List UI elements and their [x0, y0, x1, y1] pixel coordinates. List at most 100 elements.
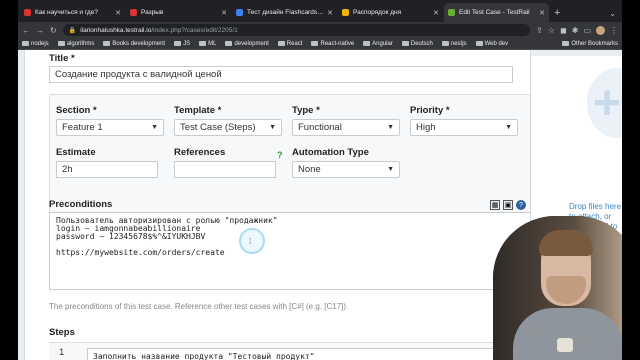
bookmark-folder[interactable]: algorithms — [57, 40, 95, 47]
section-select[interactable]: Feature 1 ▼ — [56, 119, 164, 136]
preconditions-editor[interactable]: Пользователь авторизирован с ролью "прод… — [49, 212, 531, 290]
menu-icon[interactable]: ⋮ — [610, 26, 618, 35]
bookmark-folder[interactable]: React — [277, 41, 302, 47]
step-content-input[interactable]: Заполнить название продукта "Тестовый пр… — [87, 348, 527, 360]
automation-type-value: None — [298, 164, 321, 175]
bookmark-folder[interactable]: Angular — [363, 41, 393, 47]
new-tab-icon[interactable]: + — [554, 7, 560, 19]
browser-tab[interactable]: Распорядок дня ✕ — [338, 3, 443, 22]
table-icon[interactable]: ▦ — [490, 200, 500, 210]
step-row: 1 Заполнить название продукта "Тестовый … — [49, 342, 531, 360]
bookmark-folder[interactable]: Books development — [103, 41, 165, 47]
bookmark-label: ML — [208, 40, 217, 47]
favicon-icon — [24, 9, 31, 16]
close-icon[interactable]: ✕ — [221, 9, 227, 17]
address-bar[interactable]: 🔒 ilarionhalushka.testrail.io /index.php… — [62, 24, 531, 36]
text-cursor-icon: ⁞ — [249, 237, 252, 246]
preconditions-label: Preconditions — [49, 199, 113, 210]
folder-icon — [22, 41, 29, 46]
extension-icon[interactable]: ◼ — [560, 26, 567, 35]
section-value: Feature 1 — [62, 122, 103, 133]
estimate-input[interactable]: 2h — [56, 161, 158, 178]
left-gutter — [18, 50, 25, 360]
bookmark-label: development — [234, 40, 269, 47]
chevron-down-icon: ▼ — [387, 124, 394, 131]
share-icon[interactable]: ⇪ — [536, 26, 543, 35]
automation-type-select[interactable]: None ▼ — [292, 161, 400, 178]
chevron-down-icon: ▼ — [269, 124, 276, 131]
sidebar-header — [531, 50, 622, 56]
browser-tab[interactable]: Как научиться и где? ✕ — [20, 3, 125, 22]
reload-icon[interactable]: ↻ — [50, 26, 57, 35]
bookmark-label: Web dev — [484, 40, 509, 47]
profile-avatar[interactable] — [596, 25, 605, 35]
add-attachment-icon[interactable]: + — [593, 80, 621, 128]
presenter-hair — [539, 230, 593, 256]
folder-icon — [562, 41, 570, 46]
references-label: References — [174, 147, 226, 158]
priority-label: Priority * — [410, 105, 450, 116]
cursor-highlight — [239, 228, 265, 254]
bookmark-label: Deutsch — [410, 40, 433, 47]
template-value: Test Case (Steps) — [180, 122, 256, 133]
tab-title: Как научиться и где? — [35, 9, 98, 16]
close-icon[interactable]: ✕ — [433, 9, 439, 17]
puzzle-icon[interactable]: ✱ — [572, 26, 579, 35]
edit-test-case-form: Title * Создание продукта с валидной цен… — [25, 50, 531, 360]
bookmark-label: nestjs — [450, 40, 467, 47]
section-label: Section * — [56, 105, 97, 116]
close-icon[interactable]: ✕ — [539, 9, 545, 17]
bookmark-label: JS — [183, 40, 191, 47]
title-label: Title * — [49, 53, 75, 64]
bookmark-label: algorithms — [66, 40, 95, 47]
title-input[interactable]: Создание продукта с валидной ценой — [49, 66, 513, 83]
forward-icon[interactable]: → — [36, 26, 44, 35]
browser-window: Как научиться и где? ✕ Разрыв ✕ Тест дизай… — [18, 0, 622, 360]
chevron-down-icon: ▼ — [387, 166, 394, 173]
help-icon[interactable]: ? — [516, 200, 526, 210]
bookmark-folder[interactable]: Deutsch — [401, 40, 433, 47]
back-icon[interactable]: ← — [22, 26, 30, 35]
browser-tab-active[interactable]: Edit Test Case - TestRail ✕ — [444, 3, 549, 22]
bookmark-label: Other Bookmarks — [571, 40, 618, 47]
priority-select[interactable]: High ▼ — [410, 119, 518, 136]
close-icon[interactable]: ✕ — [115, 9, 121, 17]
bookmark-label: Books development — [112, 40, 166, 47]
tab-title: Распорядок дня — [353, 9, 402, 16]
references-input[interactable] — [174, 161, 276, 178]
folder-icon — [57, 41, 65, 46]
browser-tab[interactable]: Тест дизайн Flashcards | Q...✕ — [232, 3, 337, 22]
bookmark-folder[interactable]: Web dev — [475, 40, 509, 47]
folder-icon — [103, 41, 111, 46]
lock-icon[interactable]: 🔒 — [69, 27, 76, 34]
folder-icon — [401, 41, 409, 46]
bookmark-folder[interactable]: React-native — [311, 41, 354, 47]
bookmark-folder[interactable]: development — [225, 40, 269, 47]
favicon-icon — [130, 9, 137, 16]
tab-search-icon[interactable]: ⌄ — [609, 9, 616, 18]
automation-type-label: Automation Type — [292, 147, 369, 158]
bookmark-label: Angular — [372, 40, 393, 47]
help-icon[interactable]: ? — [277, 150, 283, 160]
template-select[interactable]: Test Case (Steps) ▼ — [174, 119, 282, 136]
close-icon[interactable]: ✕ — [327, 9, 333, 17]
template-label: Template * — [174, 105, 222, 116]
image-icon[interactable]: ▣ — [503, 200, 513, 210]
bookmark-folder[interactable]: ML — [199, 41, 216, 47]
presenter-body — [513, 308, 622, 360]
sidepanel-icon[interactable]: ▭ — [583, 26, 591, 35]
bookmark-folder[interactable]: JS — [174, 41, 190, 47]
url-path: /index.php?/cases/edit/2205/1 — [151, 26, 238, 34]
browser-tab[interactable]: Разрыв ✕ — [126, 3, 231, 22]
priority-value: High — [416, 122, 436, 133]
star-icon[interactable]: ☆ — [548, 26, 555, 35]
preconditions-hint: The preconditions of this test case. Ref… — [49, 302, 349, 311]
folder-icon — [441, 41, 449, 46]
bookmark-folder[interactable]: nestjs — [441, 40, 467, 47]
favicon-icon — [342, 9, 349, 16]
editor-toolbar: ▦ ▣ ? — [490, 200, 526, 210]
folder-icon — [225, 41, 233, 46]
bookmark-folder[interactable]: nodejs — [22, 41, 49, 47]
type-select[interactable]: Functional ▼ — [292, 119, 400, 136]
other-bookmarks[interactable]: Other Bookmarks — [562, 41, 618, 47]
